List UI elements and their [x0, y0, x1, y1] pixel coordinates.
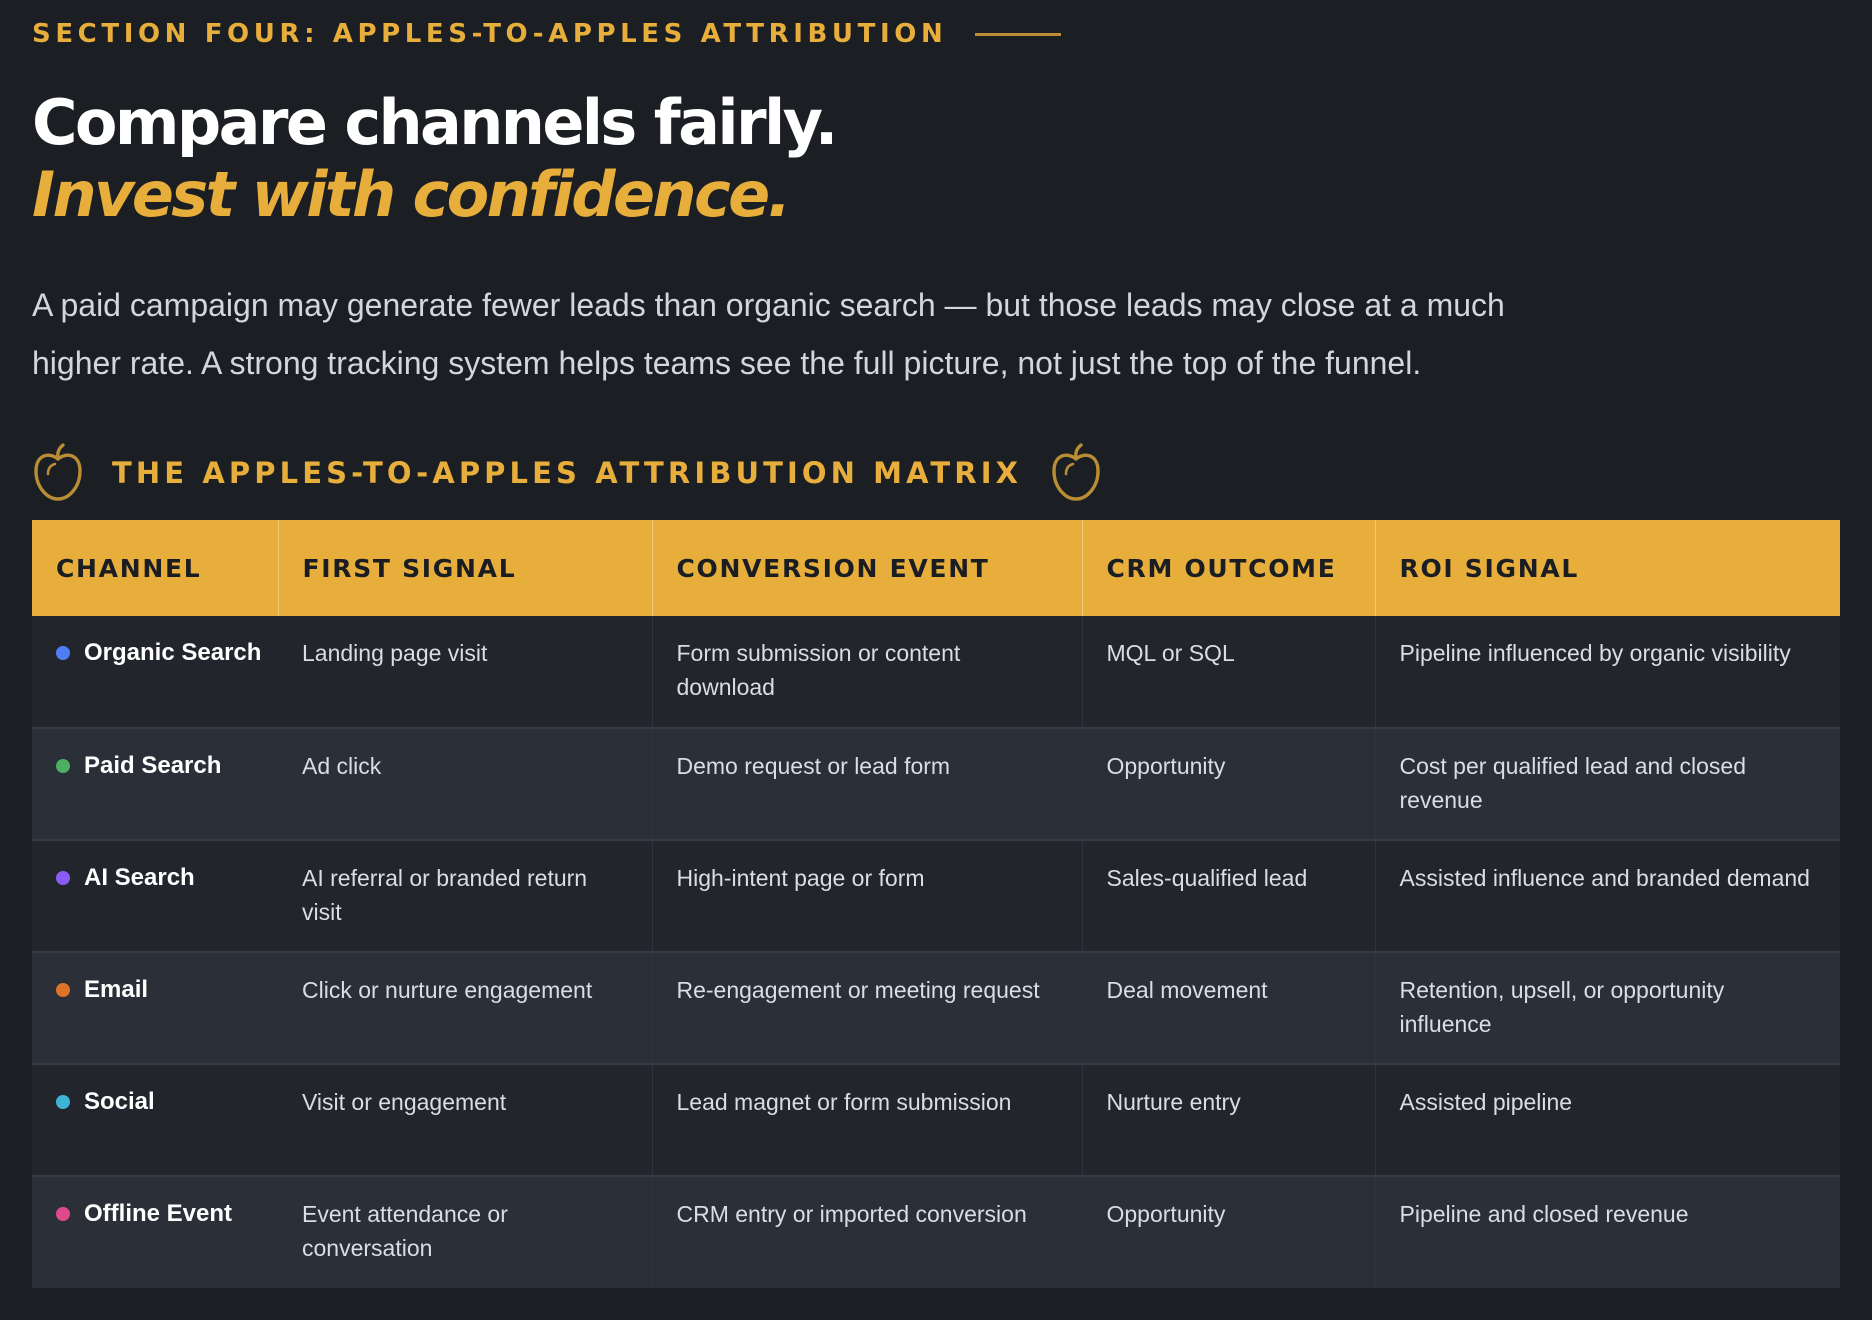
attribution-matrix: CHANNEL FIRST SIGNAL CONVERSION EVENT CR… [32, 520, 1840, 1288]
first-signal-cell: Event attendance or conversation [278, 1176, 653, 1288]
roi-signal-cell: Cost per qualified lead and closed reven… [1375, 728, 1840, 841]
first-signal-cell: AI referral or branded return visit [278, 840, 653, 953]
channel-name: Social [84, 1088, 155, 1115]
section-eyebrow-text: SECTION FOUR: APPLES-TO-APPLES ATTRIBUTI… [32, 19, 948, 49]
channel-cell: Offline Event [32, 1176, 278, 1288]
crm-outcome-cell: Opportunity [1082, 728, 1376, 841]
channel-name: Organic Search [84, 639, 262, 666]
first-signal-cell: Click or nurture engagement [278, 952, 653, 1065]
apple-icon [1052, 443, 1100, 501]
table-row: Offline Event Event attendance or conver… [32, 1176, 1840, 1288]
attribution-table: CHANNEL FIRST SIGNAL CONVERSION EVENT CR… [32, 520, 1840, 1288]
roi-signal-cell: Pipeline and closed revenue [1399, 1201, 1689, 1227]
conversion-event-cell: Form submission or content download [652, 616, 1083, 729]
channel-name: Email [84, 976, 149, 1003]
roi-signal-cell: Pipeline influenced by organic visibilit… [1375, 616, 1840, 729]
intro-paragraph: A paid campaign may generate fewer leads… [32, 287, 1505, 381]
matrix-title-row: THE APPLES-TO-APPLES ATTRIBUTION MATRIX [32, 442, 1840, 504]
table-row: Paid Search Ad click Demo request or lea… [32, 728, 1840, 841]
first-signal-cell: Visit or engagement [278, 1064, 653, 1177]
header-crm-outcome: CRM OUTCOME [1082, 520, 1376, 616]
crm-outcome-cell: Deal movement [1082, 952, 1376, 1065]
roi-signal-cell: Assisted influence and branded demand [1375, 840, 1840, 953]
channel-dot [56, 646, 70, 660]
conversion-event-cell: Lead magnet or form submission [652, 1064, 1083, 1177]
channel-cell: Email [32, 952, 278, 1065]
channel-cell: Organic Search [32, 616, 278, 729]
channel-dot [56, 983, 70, 997]
crm-outcome-cell: MQL or SQL [1082, 616, 1376, 729]
channel-cell: Social [32, 1064, 278, 1177]
channel-cell: Paid Search [32, 728, 278, 841]
channel-dot [56, 871, 70, 885]
matrix-title: THE APPLES-TO-APPLES ATTRIBUTION MATRIX [112, 456, 1023, 490]
header-channel: CHANNEL [32, 520, 279, 616]
header-conversion-event: CONVERSION EVENT [652, 520, 1083, 616]
table-row: AI Search AI referral or branded return … [32, 840, 1840, 953]
table-header-row: CHANNEL FIRST SIGNAL CONVERSION EVENT CR… [32, 520, 1840, 616]
table-row: Social Visit or engagement Lead magnet o… [32, 1064, 1840, 1177]
crm-outcome-cell: Opportunity [1082, 1176, 1376, 1288]
page: SECTION FOUR: APPLES-TO-APPLES ATTRIBUTI… [0, 0, 1872, 1320]
channel-cell: AI Search [32, 840, 278, 953]
channel-dot [56, 1207, 70, 1221]
headline: Compare channels fairly. Invest with con… [32, 87, 1840, 231]
header-first-signal: FIRST SIGNAL [278, 520, 653, 616]
roi-signal-cell: Retention, upsell, or opportunity influe… [1375, 952, 1840, 1065]
table-row: Organic Search Landing page visit Form s… [32, 616, 1840, 729]
conversion-event-cell: CRM entry or imported conversion [652, 1176, 1083, 1288]
conversion-event-cell: Re-engagement or meeting request [652, 952, 1083, 1065]
crm-outcome-cell: Sales-qualified lead [1082, 840, 1376, 953]
channel-name: Paid Search [84, 752, 222, 779]
headline-line-2: Invest with confidence. [32, 158, 791, 231]
section-eyebrow: SECTION FOUR: APPLES-TO-APPLES ATTRIBUTI… [32, 14, 1840, 54]
channel-dot [56, 1095, 70, 1109]
channel-name: AI Search [84, 864, 195, 891]
channel-dot [56, 759, 70, 773]
first-signal-cell: Landing page visit [278, 616, 653, 729]
apple-icon [34, 443, 82, 501]
roi-signal-cell: Assisted pipeline [1375, 1064, 1840, 1177]
conversion-event-cell: Demo request or lead form [652, 728, 1083, 841]
table-row: Email Click or nurture engagement Re-eng… [32, 952, 1840, 1065]
first-signal-cell: Ad click [278, 728, 653, 841]
channel-name: Offline Event [84, 1200, 233, 1227]
eyebrow-divider [975, 32, 1062, 36]
conversion-event-cell: High-intent page or form [652, 840, 1083, 953]
crm-outcome-cell: Nurture entry [1082, 1064, 1376, 1177]
headline-line-1: Compare channels fairly. [32, 86, 838, 159]
header-roi-signal: ROI SIGNAL [1399, 553, 1580, 583]
